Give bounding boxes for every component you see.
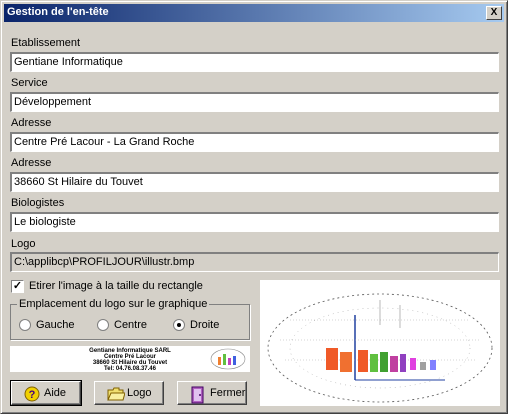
radio-gauche-label[interactable]: Gauche (36, 319, 75, 331)
chart-preview-graphic (267, 293, 493, 403)
logo-preview-box: Gentiane Informatique SARL Centre Pré La… (10, 346, 250, 372)
svg-text:?: ? (29, 389, 36, 401)
adresse1-label: Adresse (11, 117, 52, 129)
radio-gauche-button[interactable] (19, 319, 31, 331)
radio-droite-button[interactable] (173, 319, 185, 331)
help-button-label: Aide (44, 387, 67, 399)
close-button[interactable]: X (486, 6, 502, 20)
radio-centre-label[interactable]: Centre (114, 319, 147, 331)
logo-button-label: Logo (127, 387, 152, 399)
logo-button[interactable]: Logo (94, 381, 164, 405)
biologistes-field[interactable]: Le biologiste (10, 212, 499, 232)
help-icon: ? (24, 386, 40, 402)
etablissement-field[interactable]: Gentiane Informatique (10, 52, 499, 72)
logo-path-field: C:\applibcp\PROFILJOUR\illustr.bmp (10, 252, 499, 272)
logo-line-4: Tel: 04.76.08.37.46 (104, 366, 156, 372)
radio-centre-button[interactable] (97, 319, 109, 331)
radio-droite-label[interactable]: Droite (190, 319, 219, 331)
logo-placement-group: Emplacement du logo sur le graphique Gau… (10, 298, 250, 340)
close-dialog-button-label: Fermer (210, 387, 246, 399)
etablissement-label: Etablissement (11, 37, 81, 49)
biologistes-label: Biologistes (11, 197, 65, 209)
dialog-window: Gestion de l'en-tête X Etablissement Gen… (0, 0, 508, 414)
help-button[interactable]: ? Aide (10, 380, 82, 406)
door-exit-icon (191, 386, 204, 404)
logo-path-label: Logo (11, 238, 36, 250)
logo-mini-graphic (210, 348, 246, 370)
logo-placement-title: Emplacement du logo sur le graphique (17, 298, 210, 310)
chart-preview (260, 280, 500, 406)
adresse2-field[interactable]: 38660 St Hilaire du Touvet (10, 172, 499, 192)
stretch-checkbox-label[interactable]: Etirer l'image à la taille du rectangle (29, 280, 203, 292)
service-label: Service (11, 77, 48, 89)
stretch-checkbox[interactable]: ✓ (11, 280, 24, 293)
close-dialog-button[interactable]: Fermer (177, 381, 247, 405)
folder-icon (107, 387, 125, 401)
window-title: Gestion de l'en-tête (7, 6, 109, 18)
adresse1-field[interactable]: Centre Pré Lacour - La Grand Roche (10, 132, 499, 152)
logo-preview-text: Gentiane Informatique SARL Centre Pré La… (70, 348, 190, 372)
service-field[interactable]: Développement (10, 92, 499, 112)
adresse2-label: Adresse (11, 157, 52, 169)
title-bar[interactable]: Gestion de l'en-tête X (4, 4, 504, 22)
